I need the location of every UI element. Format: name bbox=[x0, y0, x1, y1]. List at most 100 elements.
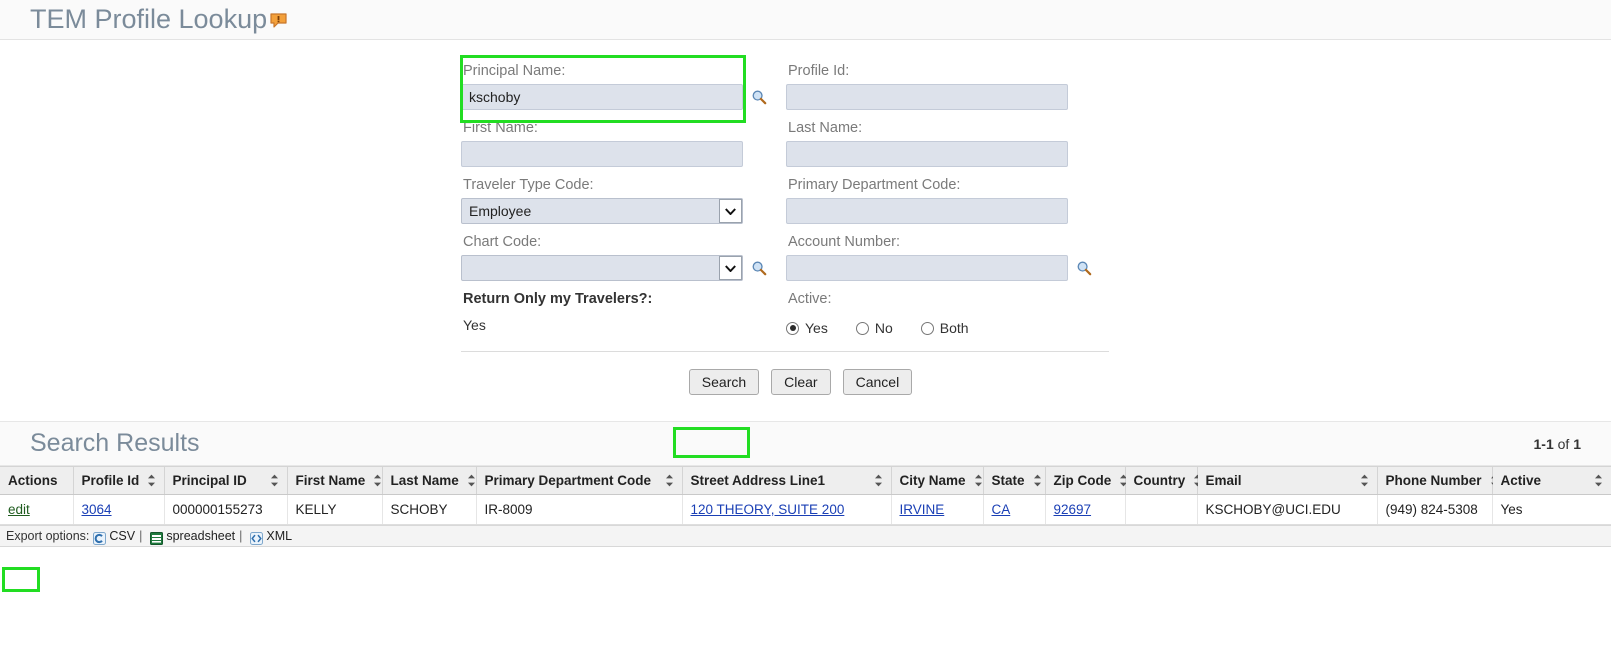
radio-indicator bbox=[786, 321, 799, 335]
search-results-title: Search Results bbox=[30, 429, 200, 457]
column-header-label: Actions bbox=[8, 473, 58, 488]
traveler-type-code-select[interactable]: Employee bbox=[461, 198, 743, 224]
cell-state: CA bbox=[983, 494, 1046, 525]
cell-phone-number: (949) 824-5308 bbox=[1377, 494, 1493, 525]
column-header-profile-id[interactable]: Profile Id bbox=[73, 466, 165, 495]
export-csv-link[interactable]: CSV bbox=[109, 529, 135, 543]
export-options-bar: Export options: CSV | spreadsheet | XML bbox=[0, 525, 1611, 547]
account-number-lookup-magnifier-icon[interactable] bbox=[1076, 260, 1092, 276]
search-results-table: Actions Profile Id Principal ID First Na… bbox=[0, 466, 1611, 525]
criteria-row: First Name: Last Name: bbox=[461, 111, 1111, 168]
sort-icon[interactable] bbox=[1360, 474, 1369, 487]
city-name-link[interactable]: IRVINE bbox=[900, 502, 945, 517]
sort-icon[interactable] bbox=[1033, 474, 1042, 487]
edit-link[interactable]: edit bbox=[8, 502, 30, 517]
zip-code-link[interactable]: 92697 bbox=[1054, 502, 1092, 517]
return-only-my-travelers-value: Yes bbox=[463, 317, 486, 333]
chart-code-lookup-magnifier-icon[interactable] bbox=[751, 260, 767, 276]
sort-icon[interactable] bbox=[1594, 474, 1603, 487]
sort-icon[interactable] bbox=[874, 474, 883, 487]
radio-indicator bbox=[920, 321, 934, 335]
column-header-city-name[interactable]: City Name bbox=[891, 466, 984, 495]
return-only-my-travelers-label: Return Only my Travelers?: bbox=[463, 291, 653, 307]
export-spreadsheet-link[interactable]: spreadsheet bbox=[166, 529, 235, 543]
field-profile-id: Profile Id: bbox=[786, 54, 1111, 111]
column-header-label: Street Address Line1 bbox=[690, 473, 826, 488]
active-radio-no[interactable]: No bbox=[855, 320, 893, 336]
account-number-input[interactable] bbox=[786, 255, 1068, 281]
active-radio-both-label: Both bbox=[939, 320, 969, 336]
cell-last-name: SCHOBY bbox=[382, 494, 477, 525]
criteria-row: Principal Name: Profile Id: bbox=[461, 54, 1111, 111]
help-bubble-icon[interactable] bbox=[270, 13, 287, 28]
state-link[interactable]: CA bbox=[992, 502, 1011, 517]
sort-icon[interactable] bbox=[270, 474, 279, 487]
street-address-link[interactable]: 120 THEORY, SUITE 200 bbox=[691, 502, 845, 517]
column-header-actions[interactable]: Actions bbox=[0, 466, 74, 495]
column-header-primary-department-code[interactable]: Primary Department Code bbox=[476, 466, 683, 495]
active-radio-yes-label: Yes bbox=[805, 320, 828, 336]
principal-name-lookup-magnifier-icon[interactable] bbox=[751, 89, 767, 105]
column-header-phone-number[interactable]: Phone Number bbox=[1377, 466, 1498, 495]
profile-id-input[interactable] bbox=[786, 84, 1068, 110]
first-name-input[interactable] bbox=[461, 141, 743, 167]
column-header-label: Phone Number bbox=[1385, 473, 1482, 488]
column-header-zip-code[interactable]: Zip Code bbox=[1045, 466, 1128, 495]
export-separator: | bbox=[139, 529, 143, 543]
column-header-active[interactable]: Active bbox=[1492, 466, 1611, 495]
principal-name-label: Principal Name: bbox=[463, 63, 566, 79]
xml-icon[interactable] bbox=[250, 531, 264, 545]
sort-icon[interactable] bbox=[974, 474, 983, 487]
sort-icon[interactable] bbox=[665, 474, 674, 487]
last-name-input[interactable] bbox=[786, 141, 1068, 167]
column-header-label: Primary Department Code bbox=[484, 473, 652, 488]
column-header-last-name[interactable]: Last Name bbox=[382, 466, 477, 495]
export-xml-link[interactable]: XML bbox=[266, 529, 292, 543]
column-header-street-address-line1[interactable]: Street Address Line1 bbox=[682, 466, 892, 495]
sort-icon[interactable] bbox=[467, 474, 476, 487]
criteria-row: Chart Code: Account Number: bbox=[461, 225, 1111, 282]
column-header-label: Profile Id bbox=[81, 473, 140, 488]
cancel-button[interactable]: Cancel bbox=[842, 369, 913, 395]
profile-id-link[interactable]: 3064 bbox=[82, 502, 112, 517]
traveler-type-code-control: Employee bbox=[461, 197, 786, 225]
highlight-edit-link bbox=[2, 567, 40, 592]
column-header-label: Last Name bbox=[390, 473, 459, 488]
field-primary-department-code: Primary Department Code: bbox=[786, 168, 1111, 225]
spreadsheet-icon[interactable] bbox=[150, 531, 164, 545]
cell-city-name: IRVINE bbox=[891, 494, 984, 525]
results-count: 1-1 of 1 bbox=[1534, 436, 1582, 452]
principal-name-input[interactable] bbox=[461, 84, 743, 110]
criteria-row: Return Only my Travelers?: Yes Active: Y… bbox=[461, 282, 1111, 341]
chevron-down-icon[interactable] bbox=[719, 199, 742, 223]
first-name-label: First Name: bbox=[463, 120, 538, 136]
cell-primary-department-code: IR-8009 bbox=[476, 494, 683, 525]
criteria-row: Traveler Type Code: Employee Primary Dep… bbox=[461, 168, 1111, 225]
active-label: Active: bbox=[788, 291, 832, 307]
profile-id-control bbox=[786, 83, 1111, 111]
chart-code-select[interactable] bbox=[461, 255, 743, 281]
chevron-down-icon[interactable] bbox=[719, 256, 742, 280]
search-button[interactable]: Search bbox=[688, 369, 760, 395]
primary-department-code-control bbox=[786, 197, 1111, 225]
active-radio-yes[interactable]: Yes bbox=[786, 320, 828, 336]
csv-icon[interactable] bbox=[93, 531, 107, 545]
page-title: TEM Profile Lookup bbox=[30, 4, 268, 34]
column-header-state[interactable]: State bbox=[983, 466, 1046, 495]
search-results-header: Search Results 1-1 of 1 bbox=[0, 421, 1611, 466]
clear-button[interactable]: Clear bbox=[771, 369, 831, 395]
chart-code-label: Chart Code: bbox=[463, 234, 542, 250]
column-header-principal-id[interactable]: Principal ID bbox=[164, 466, 288, 495]
export-options-label: Export options: bbox=[6, 529, 90, 543]
column-header-first-name[interactable]: First Name bbox=[287, 466, 383, 495]
sort-icon[interactable] bbox=[147, 474, 156, 487]
sort-icon[interactable] bbox=[373, 474, 382, 487]
account-number-control bbox=[786, 254, 1111, 282]
column-header-email[interactable]: Email bbox=[1197, 466, 1378, 495]
primary-department-code-input[interactable] bbox=[786, 198, 1068, 224]
table-header-row: Actions Profile Id Principal ID First Na… bbox=[0, 466, 1611, 495]
column-header-country[interactable]: Country bbox=[1125, 466, 1202, 495]
search-criteria-form: Principal Name: Profile Id: bbox=[0, 40, 1611, 399]
cell-principal-id: 000000155273 bbox=[164, 494, 288, 525]
active-radio-both[interactable]: Both bbox=[920, 320, 969, 336]
